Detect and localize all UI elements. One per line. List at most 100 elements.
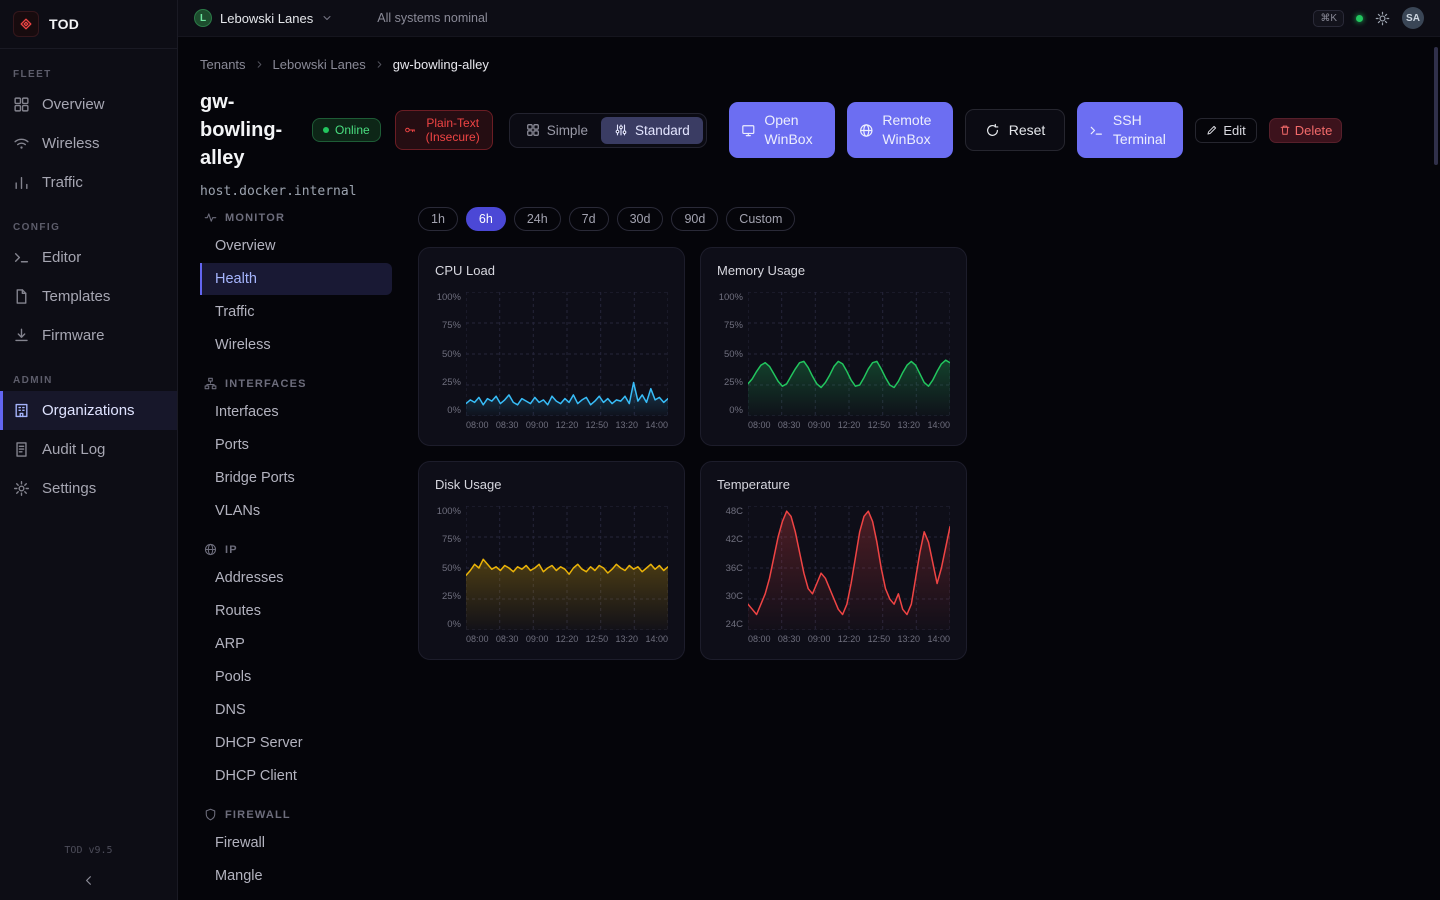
subnav-item-dhcp-server[interactable]: DHCP Server <box>200 727 392 759</box>
sidebar-item-label: Templates <box>42 288 110 305</box>
time-range-24h[interactable]: 24h <box>514 207 561 231</box>
subnav-item-bridge-ports[interactable]: Bridge Ports <box>200 462 392 494</box>
subnav-item-mangle[interactable]: Mangle <box>200 860 392 892</box>
sidebar-item-overview[interactable]: Overview <box>0 85 177 124</box>
subnav-section-label: INTERFACES <box>225 378 307 390</box>
delete-button[interactable]: Delete <box>1269 118 1343 143</box>
activity-icon <box>204 211 217 224</box>
ssh-terminal-icon <box>1089 123 1104 138</box>
y-tick-label: 30C <box>726 591 743 602</box>
subnav-item-pools[interactable]: Pools <box>200 661 392 693</box>
subnav-item-ports[interactable]: Ports <box>200 429 392 461</box>
subnav-item-firewall[interactable]: Firewall <box>200 827 392 859</box>
subnav-item-arp[interactable]: ARP <box>200 628 392 660</box>
chart-y-axis: 48C42C36C30C24C <box>717 506 748 630</box>
mode-switch: Simple Standard <box>509 113 707 148</box>
sidebar-item-firmware[interactable]: Firmware <box>0 316 177 355</box>
y-tick-label: 0% <box>447 405 461 416</box>
x-tick-label: 12:20 <box>556 634 579 644</box>
chart-x-axis: 08:0008:3009:0012:2012:5013:2014:00 <box>466 634 668 644</box>
app-name: TOD <box>49 16 79 32</box>
x-tick-label: 14:00 <box>927 420 950 430</box>
y-tick-label: 50% <box>724 349 743 360</box>
refresh-icon <box>985 123 1000 138</box>
time-range-30d[interactable]: 30d <box>617 207 664 231</box>
remote-winbox-button[interactable]: Remote WinBox <box>847 102 953 158</box>
chart-plot: 08:0008:3009:0012:2012:5013:2014:00 <box>466 292 668 430</box>
device-host: host.docker.internal <box>200 184 1416 199</box>
health-status-dot <box>1356 15 1363 22</box>
sun-icon <box>1375 11 1390 26</box>
subnav-item-interfaces[interactable]: Interfaces <box>200 396 392 428</box>
app-version: TOD v9.5 <box>0 835 177 860</box>
bar-chart-icon <box>13 174 30 191</box>
y-tick-label: 25% <box>442 377 461 388</box>
subnav-section-label: MONITOR <box>225 212 285 224</box>
sidebar-item-audit-log[interactable]: Audit Log <box>0 430 177 469</box>
time-range-custom[interactable]: Custom <box>726 207 795 231</box>
time-range-6h[interactable]: 6h <box>466 207 506 231</box>
sidebar-collapse-button[interactable] <box>0 860 177 900</box>
warning-badge-label: Plain-Text (Insecure) <box>422 116 484 145</box>
content: TenantsLebowski Lanesgw-bowling-alley gw… <box>178 37 1440 900</box>
main-area: L Lebowski Lanes All systems nominal ⌘K … <box>178 0 1440 900</box>
sidebar-item-label: Firmware <box>42 327 105 344</box>
ssh-terminal-button[interactable]: SSH Terminal <box>1077 102 1183 158</box>
chart-body: 100%75%50%25%0%08:0008:3009:0012:2012:50… <box>435 292 668 430</box>
subnav-section-interfaces: INTERFACES <box>200 377 392 390</box>
time-range-90d[interactable]: 90d <box>671 207 718 231</box>
sidebar-footer: TOD v9.5 <box>0 835 177 900</box>
mode-option-simple[interactable]: Simple <box>513 117 601 144</box>
scrollbar-thumb[interactable] <box>1434 47 1438 165</box>
x-tick-label: 08:00 <box>466 634 489 644</box>
chart-title: Temperature <box>717 477 950 492</box>
app-root: TOD FLEETOverviewWirelessTrafficCONFIGEd… <box>0 0 1440 900</box>
sidebar-item-templates[interactable]: Templates <box>0 277 177 316</box>
chart-y-axis: 100%75%50%25%0% <box>435 292 466 416</box>
y-tick-label: 50% <box>442 563 461 574</box>
command-palette-shortcut[interactable]: ⌘K <box>1313 10 1344 27</box>
cpu-load-line-chart <box>466 292 668 416</box>
subnav-item-vlans[interactable]: VLANs <box>200 495 392 527</box>
button-label: Edit <box>1223 123 1245 138</box>
sidebar-item-label: Editor <box>42 249 81 266</box>
chart-body: 100%75%50%25%0%08:0008:3009:0012:2012:50… <box>435 506 668 644</box>
sidebar-item-settings[interactable]: Settings <box>0 469 177 508</box>
reset-button[interactable]: Reset <box>965 109 1066 151</box>
time-range-7d[interactable]: 7d <box>569 207 609 231</box>
x-tick-label: 08:30 <box>778 420 801 430</box>
x-tick-label: 08:30 <box>778 634 801 644</box>
sidebar-item-label: Traffic <box>42 174 83 191</box>
open-winbox-button[interactable]: Open WinBox <box>729 102 835 158</box>
mode-option-standard[interactable]: Standard <box>601 117 703 144</box>
sidebar-item-traffic[interactable]: Traffic <box>0 163 177 202</box>
tenant-switcher[interactable]: L Lebowski Lanes <box>194 9 333 27</box>
breadcrumb-item-tenants[interactable]: Tenants <box>200 57 246 72</box>
globe-icon <box>204 543 217 556</box>
status-badge-label: Online <box>335 123 370 137</box>
sidebar-item-organizations[interactable]: Organizations <box>0 391 177 430</box>
sidebar-item-editor[interactable]: Editor <box>0 238 177 277</box>
subnav-item-addresses[interactable]: Addresses <box>200 562 392 594</box>
mode-option-label: Simple <box>547 123 588 138</box>
theme-toggle[interactable] <box>1375 11 1390 26</box>
subnav-item-overview[interactable]: Overview <box>200 230 392 262</box>
subnav-item-wireless[interactable]: Wireless <box>200 329 392 361</box>
subnav-item-routes[interactable]: Routes <box>200 595 392 627</box>
button-label: SSH Terminal <box>1113 111 1171 149</box>
breadcrumb-item-lebowski-lanes[interactable]: Lebowski Lanes <box>273 57 366 72</box>
x-tick-label: 12:50 <box>868 420 891 430</box>
grid-icon <box>526 123 540 137</box>
time-range-1h[interactable]: 1h <box>418 207 458 231</box>
subnav-item-traffic[interactable]: Traffic <box>200 296 392 328</box>
subnav-item-dns[interactable]: DNS <box>200 694 392 726</box>
time-range-selector: 1h 6h 24h 7d 30d 90d Custom <box>418 207 967 231</box>
subnav-item-dhcp-client[interactable]: DHCP Client <box>200 760 392 792</box>
subnav-item-health[interactable]: Health <box>200 263 392 295</box>
y-tick-label: 48C <box>726 506 743 517</box>
edit-button[interactable]: Edit <box>1195 118 1256 143</box>
user-avatar[interactable]: SA <box>1402 7 1424 29</box>
sidebar-item-wireless[interactable]: Wireless <box>0 124 177 163</box>
terminal-icon <box>13 249 30 266</box>
x-tick-label: 09:00 <box>526 634 549 644</box>
